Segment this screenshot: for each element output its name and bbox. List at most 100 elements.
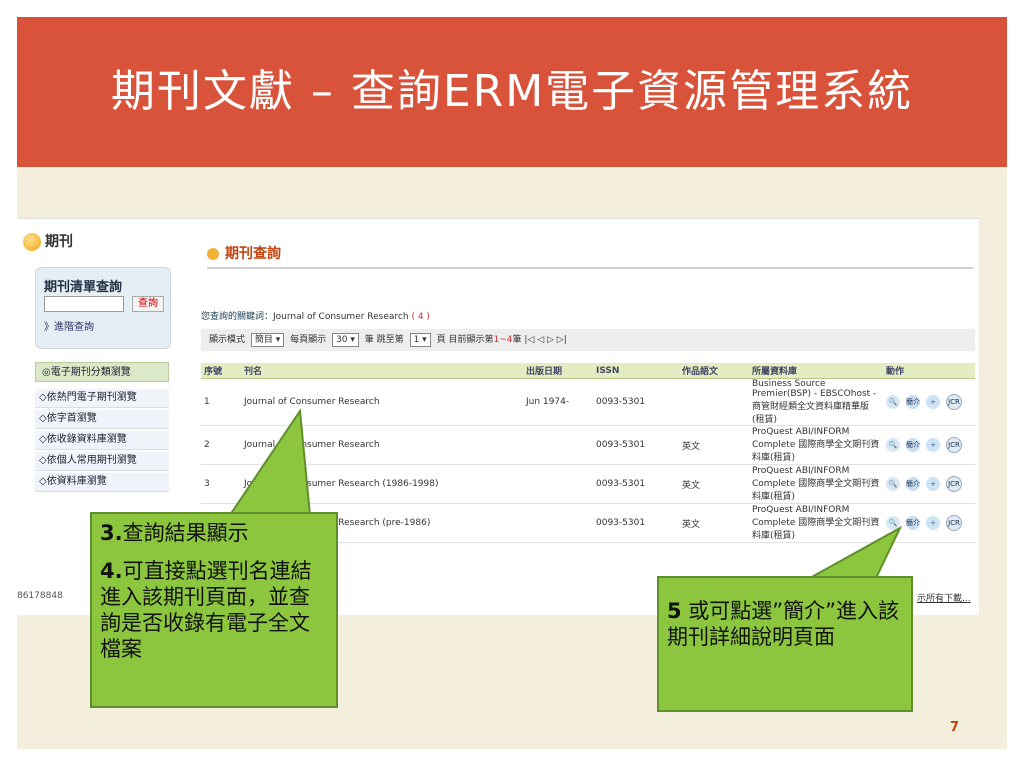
header-title[interactable]: 刊名 [241, 363, 523, 379]
add-icon[interactable]: + [926, 438, 940, 452]
search-button[interactable]: 查詢 [132, 296, 164, 312]
row-issn: 0093-5301 [593, 503, 679, 543]
title-divider [207, 267, 973, 269]
journal-search-box: 期刊清單查詢 查詢 》進階查詢 [35, 267, 171, 349]
intro-button[interactable]: 簡介 [906, 438, 920, 452]
row-language: 英文 [679, 425, 749, 465]
slide-title: 期刊文獻 – 查詢ERM電子資源管理系統 [110, 66, 914, 117]
callout-3-text: 查詢結果顯示 [122, 521, 249, 545]
journal-logo: 期刊 [23, 231, 73, 251]
row-actions: 🔍 簡介 + JCR [883, 464, 975, 504]
row-database: ProQuest ABI/INFORM Complete 國際商學全文期刊資料庫… [749, 464, 883, 504]
row-date [523, 503, 593, 543]
row-issn: 0093-5301 [593, 378, 679, 426]
row-date: Jun 1974- [523, 378, 593, 426]
row-actions: 🔍 簡介 + JCR [883, 425, 975, 465]
display-mode-value: 簡目 [254, 335, 273, 345]
row-database: ProQuest ABI/INFORM Complete 國際商學全文期刊資料庫… [749, 425, 883, 465]
magnifier-icon[interactable]: 🔍 [886, 438, 900, 452]
magnifier-icon[interactable]: 🔍 [886, 516, 900, 530]
result-toolbar: 顯示模式 簡目 ▾ 每頁顯示 30 ▾ 筆 跳至第 1 ▾ 頁 目前顯示第1~4… [201, 329, 975, 351]
category-heading[interactable]: ◎電子期刊分類瀏覽 [35, 362, 169, 382]
row-database: ProQuest ABI/INFORM Complete 國際商學全文期刊資料庫… [749, 503, 883, 543]
row-issn: 0093-5301 [593, 425, 679, 465]
jcr-button[interactable]: JCR [946, 515, 962, 531]
journal-title-link[interactable]: Journal of Consumer Research [241, 425, 523, 465]
callout-3-number: 3. [100, 521, 123, 545]
row-language [679, 378, 749, 426]
header-issn[interactable]: ISSN [593, 363, 679, 379]
header-language[interactable]: 作品語文 [679, 363, 749, 379]
magnifier-icon[interactable]: 🔍 [886, 395, 900, 409]
header-database[interactable]: 所屬資料庫 [749, 363, 883, 379]
current-unit: 筆 [512, 335, 522, 345]
table-header-row: 序號 刊名 出版日期 ISSN 作品語文 所屬資料庫 動作 [201, 363, 975, 379]
unit-label: 筆 [364, 335, 374, 345]
magnifier-icon[interactable]: 🔍 [886, 477, 900, 491]
row-no: 3 [201, 464, 241, 504]
header-no[interactable]: 序號 [201, 363, 241, 379]
row-actions: 🔍 簡介 + JCR [883, 503, 975, 543]
page-title-text: 期刊查詢 [225, 246, 281, 262]
table-row: 3 Journal of Consumer Research (1986-199… [201, 464, 975, 504]
row-actions: 🔍 簡介 + JCR [883, 378, 975, 426]
prev-page-icon[interactable]: ◁ [537, 335, 544, 345]
row-no: 2 [201, 425, 241, 465]
keyword-count: ( 4 ) [411, 312, 430, 322]
title-dot-icon [207, 248, 219, 260]
search-heading: 期刊清單查詢 [44, 280, 123, 295]
jump-page-value: 1 [413, 335, 420, 345]
display-mode-select[interactable]: 簡目 ▾ [250, 333, 285, 347]
callout-5-number: 5 [667, 599, 682, 623]
header-date[interactable]: 出版日期 [523, 363, 593, 379]
category-item-popular[interactable]: ◇依熱門電子期刊瀏覽 [35, 389, 169, 408]
callout-4-number: 4. [100, 559, 123, 583]
display-mode-label: 顯示模式 [209, 335, 246, 345]
add-icon[interactable]: + [926, 395, 940, 409]
keyword-summary: 您查詢的關鍵詞：Journal of Consumer Research ( 4… [201, 309, 430, 322]
page-number: 7 [950, 720, 960, 735]
intro-button[interactable]: 簡介 [906, 516, 920, 530]
search-input[interactable] [44, 296, 124, 312]
page-title: 期刊查詢 [207, 243, 281, 263]
last-page-icon[interactable]: ▷| [557, 335, 567, 345]
intro-button[interactable]: 簡介 [906, 395, 920, 409]
journal-logo-icon [23, 233, 41, 251]
per-page-select[interactable]: 30 ▾ [332, 333, 359, 347]
journal-title-link[interactable]: Journal of Consumer Research [241, 378, 523, 426]
row-date [523, 464, 593, 504]
current-range: 1~4 [493, 335, 513, 345]
row-issn: 0093-5301 [593, 464, 679, 504]
row-database: Business Source Premier(BSP) - EBSCOhost… [749, 378, 883, 426]
jcr-button[interactable]: JCR [946, 394, 962, 410]
keyword-value: Journal of Consumer Research [273, 312, 409, 322]
jcr-button[interactable]: JCR [946, 437, 962, 453]
advanced-search-link[interactable]: 》進階查詢 [44, 318, 94, 333]
category-item-database-coverage[interactable]: ◇依收錄資料庫瀏覽 [35, 431, 169, 450]
row-language: 英文 [679, 503, 749, 543]
jcr-button[interactable]: JCR [946, 476, 962, 492]
current-label: 目前顯示第 [448, 335, 494, 345]
add-icon[interactable]: + [926, 477, 940, 491]
category-item-initial[interactable]: ◇依字首瀏覽 [35, 410, 169, 429]
table-row: 2 Journal of Consumer Research 0093-5301… [201, 425, 975, 465]
jump-page-select[interactable]: 1 ▾ [409, 333, 431, 347]
callout-4-text: 可直接點選刊名連結進入該期刊頁面，並查詢是否收錄有電子全文檔案 [100, 559, 312, 661]
next-page-icon[interactable]: ▷ [547, 335, 554, 345]
callout-box-left: 3.查詢結果顯示 4.可直接點選刊名連結進入該期刊頁面，並查詢是否收錄有電子全文… [90, 512, 338, 708]
category-item-personal[interactable]: ◇依個人常用期刊瀏覽 [35, 452, 169, 471]
logo-label: 期刊 [45, 234, 73, 250]
category-item-database[interactable]: ◇依資料庫瀏覽 [35, 473, 169, 492]
intro-button[interactable]: 簡介 [906, 477, 920, 491]
first-page-icon[interactable]: |◁ [524, 335, 534, 345]
callout-5: 5 或可點選”簡介”進入該期刊詳細說明頁面 [657, 576, 913, 712]
per-page-value: 30 [336, 335, 348, 345]
status-bar-left: 86178848 [17, 591, 63, 601]
row-language: 英文 [679, 464, 749, 504]
category-list: ◇依熱門電子期刊瀏覽 ◇依字首瀏覽 ◇依收錄資料庫瀏覽 ◇依個人常用期刊瀏覽 ◇… [35, 389, 169, 494]
journal-title-link[interactable]: Journal of Consumer Research (1986-1998) [241, 464, 523, 504]
add-icon[interactable]: + [926, 516, 940, 530]
callout-5-text: 或可點選”簡介”進入該期刊詳細說明頁面 [667, 599, 900, 649]
show-all-downloads-link[interactable]: 示所有下載... [917, 591, 971, 604]
table-row: 1 Journal of Consumer Research Jun 1974-… [201, 378, 975, 426]
